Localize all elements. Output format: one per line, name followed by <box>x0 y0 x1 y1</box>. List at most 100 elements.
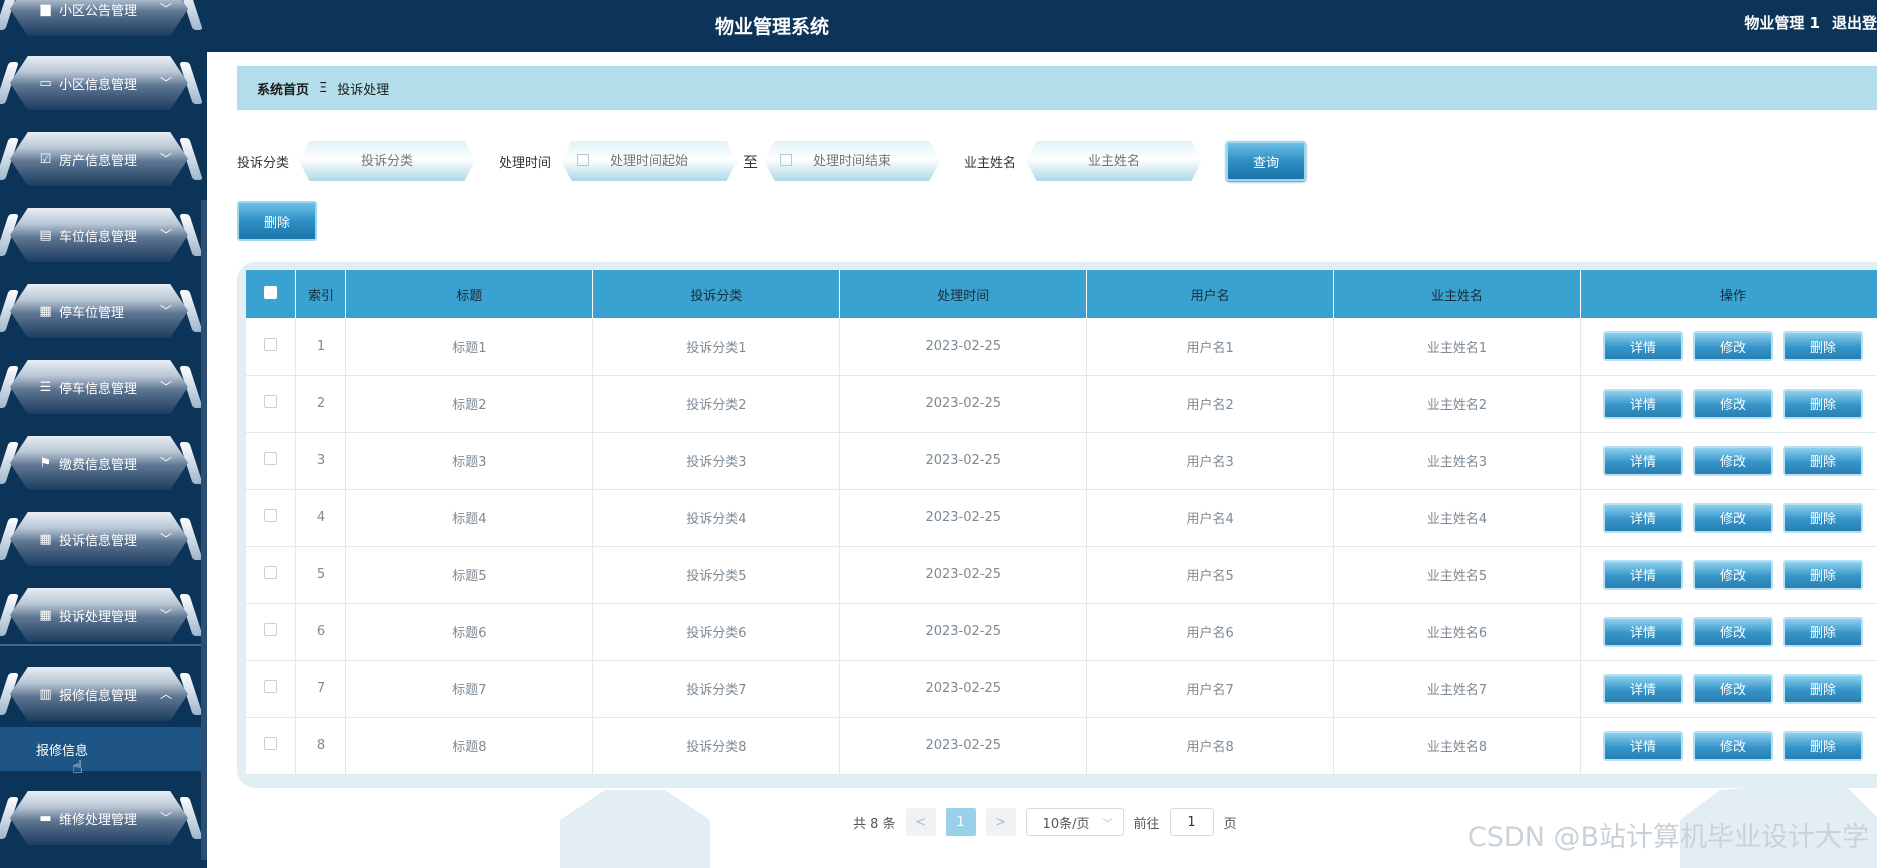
owner-input[interactable] <box>1054 153 1175 169</box>
cell-time: 2023-02-25 <box>839 717 1088 774</box>
detail-button[interactable]: 详情 <box>1603 673 1683 704</box>
row-checkbox[interactable] <box>264 509 278 522</box>
row-checkbox[interactable] <box>264 395 278 408</box>
detail-button[interactable]: 详情 <box>1603 502 1683 533</box>
edit-button[interactable]: 修改 <box>1693 331 1773 362</box>
pagination-total: 共 8 条 <box>853 816 896 832</box>
logout-link[interactable]: 退出登 <box>1832 12 1877 33</box>
row-checkbox[interactable] <box>264 623 278 636</box>
breadcrumb-separator: Ξ <box>319 80 328 96</box>
chevron-down-icon: ﹀ <box>159 456 172 470</box>
sidebar-item-complaint-handling[interactable]: ▦ 投诉处理管理 ﹀ <box>0 588 203 642</box>
cell-title: 标题2 <box>345 375 594 432</box>
sidebar-item-parking-info[interactable]: ☰ 停车信息管理 ﹀ <box>0 360 203 414</box>
detail-button[interactable]: 详情 <box>1603 730 1683 761</box>
cell-title: 标题5 <box>345 546 594 603</box>
time-end-wrapper <box>764 141 941 181</box>
delete-button[interactable]: 删除 <box>1783 673 1863 704</box>
sidebar-item-complaint-info[interactable]: ▦ 投诉信息管理 ﹀ <box>0 512 203 566</box>
delete-button[interactable]: 删除 <box>1783 559 1863 590</box>
table-header-row: 索引 标题 投诉分类 处理时间 用户名 业主姓名 操作 <box>246 270 1877 318</box>
time-label: 处理时间 <box>499 155 552 171</box>
sidebar-item-parking-lot[interactable]: ▦ 停车位管理 ﹀ <box>0 284 203 338</box>
cell-username: 用户名4 <box>1086 489 1335 546</box>
cell-index: 1 <box>295 318 347 375</box>
detail-button[interactable]: 详情 <box>1603 388 1683 419</box>
delete-button[interactable]: 删除 <box>1783 502 1863 533</box>
edit-button[interactable]: 修改 <box>1693 730 1773 761</box>
edit-button[interactable]: 修改 <box>1693 559 1773 590</box>
batch-delete-button[interactable]: 删除 <box>237 201 317 241</box>
cell-owner: 业主姓名3 <box>1333 432 1581 489</box>
edit-button[interactable]: 修改 <box>1693 616 1773 647</box>
sidebar-item-payment-info[interactable]: ⚑ 缴费信息管理 ﹀ <box>0 436 203 490</box>
detail-button[interactable]: 详情 <box>1603 331 1683 362</box>
cell-category: 投诉分类5 <box>592 546 841 603</box>
edit-button[interactable]: 修改 <box>1693 673 1773 704</box>
goto-page-input[interactable] <box>1169 808 1214 836</box>
cell-time: 2023-02-25 <box>839 432 1088 489</box>
row-checkbox[interactable] <box>264 452 278 465</box>
breadcrumb-home[interactable]: 系统首页 <box>257 79 309 98</box>
chevron-down-icon: ﹀ <box>159 811 172 825</box>
cell-title: 标题4 <box>345 489 594 546</box>
cell-owner: 业主姓名6 <box>1333 603 1581 660</box>
sidebar-item-community-info[interactable]: ▭ 小区信息管理 ﹀ <box>0 56 203 110</box>
cell-category: 投诉分类8 <box>592 717 841 774</box>
category-input[interactable] <box>327 153 448 169</box>
row-checkbox[interactable] <box>264 737 278 750</box>
next-page-button[interactable]: > <box>985 808 1016 836</box>
delete-button[interactable]: 删除 <box>1783 331 1863 362</box>
sidebar-item-label: 投诉处理管理 <box>59 609 138 625</box>
detail-button[interactable]: 详情 <box>1603 616 1683 647</box>
time-end-input[interactable] <box>792 153 913 169</box>
breadcrumb-current: 投诉处理 <box>337 82 390 98</box>
edit-button[interactable]: 修改 <box>1693 445 1773 476</box>
time-range-separator: 至 <box>743 152 759 171</box>
table-row: 3 标题3 投诉分类3 2023-02-25 用户名3 业主姓名3 详情 修改 … <box>246 432 1877 489</box>
header-category: 投诉分类 <box>592 270 841 318</box>
table-container: 索引 标题 投诉分类 处理时间 用户名 业主姓名 操作 1 标题1 投诉分类1 … <box>237 262 1877 788</box>
sidebar-scrollbar[interactable] <box>201 200 207 860</box>
detail-button[interactable]: 详情 <box>1603 445 1683 476</box>
row-checkbox[interactable] <box>264 566 278 579</box>
cell-title: 标题8 <box>345 717 594 774</box>
delete-button[interactable]: 删除 <box>1783 616 1863 647</box>
row-checkbox[interactable] <box>264 337 278 351</box>
goto-prefix: 前往 <box>1133 816 1160 832</box>
cell-username: 用户名3 <box>1086 432 1335 489</box>
edit-button[interactable]: 修改 <box>1693 388 1773 419</box>
cell-category: 投诉分类4 <box>592 489 841 546</box>
cell-category: 投诉分类7 <box>592 660 841 717</box>
query-button[interactable]: 查询 <box>1226 141 1307 181</box>
time-start-input[interactable] <box>589 153 710 169</box>
owner-input-wrapper <box>1026 141 1203 181</box>
username-label: 物业管理 1 <box>1744 14 1820 32</box>
sidebar-item-parking-spot-info[interactable]: ▤ 车位信息管理 ﹀ <box>0 208 203 262</box>
row-checkbox[interactable] <box>264 680 278 693</box>
sidebar-item-maintenance[interactable]: ▬ 维修处理管理 ﹀ <box>0 791 203 845</box>
cell-owner: 业主姓名8 <box>1333 717 1581 774</box>
cell-username: 用户名2 <box>1086 375 1335 432</box>
sidebar-item-notice[interactable]: ▆ 小区公告管理 ﹀ <box>0 0 203 36</box>
delete-button[interactable]: 删除 <box>1783 445 1863 476</box>
page-number-button[interactable]: 1 <box>945 808 976 836</box>
sidebar-subitem-repair-info[interactable]: 报修信息 <box>0 727 207 771</box>
user-info: 物业管理 1 退出登 <box>1744 12 1877 33</box>
header-ops: 操作 <box>1580 270 1877 318</box>
prev-page-button[interactable]: < <box>905 808 936 836</box>
sidebar-item-repair-info[interactable]: ▥ 报修信息管理 ︿ <box>0 667 203 721</box>
page-size-select[interactable]: 10条/页 ﹀ <box>1025 808 1124 836</box>
select-all-checkbox[interactable] <box>264 285 278 299</box>
edit-button[interactable]: 修改 <box>1693 502 1773 533</box>
clipboard-icon: ▤ <box>39 227 52 243</box>
delete-button[interactable]: 删除 <box>1783 730 1863 761</box>
cell-title: 标题1 <box>345 318 594 375</box>
cell-time: 2023-02-25 <box>839 318 1088 375</box>
delete-button[interactable]: 删除 <box>1783 388 1863 419</box>
grid-icon: ▦ <box>39 303 52 319</box>
cell-category: 投诉分类1 <box>592 318 841 375</box>
sidebar-item-property-info[interactable]: ☑ 房产信息管理 ﹀ <box>0 132 203 186</box>
detail-button[interactable]: 详情 <box>1603 559 1683 590</box>
chevron-down-icon: ﹀ <box>159 380 172 394</box>
